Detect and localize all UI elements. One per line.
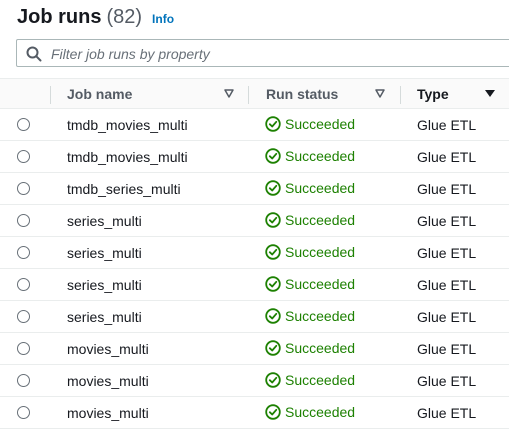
- type-cell: Glue ETL: [417, 277, 477, 293]
- page-title: Job runs: [17, 6, 102, 28]
- type-cell: Glue ETL: [417, 213, 477, 229]
- sort-caret-down-icon[interactable]: [485, 89, 495, 98]
- column-separator: [400, 86, 401, 104]
- job-name-cell: series_multi: [67, 309, 142, 325]
- job-name-cell: tmdb_series_multi: [67, 181, 181, 197]
- table-row[interactable]: series_multi Succeeded Glue ETL: [0, 301, 509, 333]
- row-select-radio[interactable]: [17, 246, 30, 259]
- run-status-text: Succeeded: [285, 308, 356, 324]
- column-separator: [50, 86, 51, 104]
- info-link[interactable]: Info: [152, 12, 174, 26]
- success-check-circle-icon: [265, 180, 281, 196]
- type-cell: Glue ETL: [417, 149, 477, 165]
- filter-search-box[interactable]: [16, 39, 509, 67]
- table-row[interactable]: tmdb_movies_multi Succeeded Glue ETL: [0, 141, 509, 173]
- sort-caret-icon[interactable]: [224, 89, 234, 98]
- table-row[interactable]: tmdb_movies_multi Succeeded Glue ETL: [0, 109, 509, 141]
- run-status-cell: Succeeded: [265, 180, 355, 196]
- row-select-radio[interactable]: [17, 278, 30, 291]
- success-check-circle-icon: [265, 276, 281, 292]
- table-row[interactable]: movies_multi Succeeded Glue ETL: [0, 397, 509, 429]
- job-name-cell: series_multi: [67, 213, 142, 229]
- row-select-radio[interactable]: [17, 310, 30, 323]
- type-cell: Glue ETL: [417, 181, 477, 197]
- column-header-run-status[interactable]: Run status: [266, 86, 338, 102]
- run-status-text: Succeeded: [285, 148, 356, 164]
- type-cell: Glue ETL: [417, 309, 477, 325]
- success-check-circle-icon: [265, 244, 281, 260]
- type-cell: Glue ETL: [417, 245, 477, 261]
- success-check-circle-icon: [265, 308, 281, 324]
- run-status-text: Succeeded: [285, 340, 356, 356]
- run-status-cell: Succeeded: [265, 116, 355, 132]
- table-row[interactable]: tmdb_series_multi Succeeded Glue ETL: [0, 173, 509, 205]
- row-select-radio[interactable]: [17, 406, 30, 419]
- job-name-cell: movies_multi: [67, 405, 149, 421]
- job-runs-count: (82): [106, 6, 143, 28]
- column-header-job-name[interactable]: Job name: [67, 86, 132, 102]
- row-select-radio[interactable]: [17, 374, 30, 387]
- table-row[interactable]: series_multi Succeeded Glue ETL: [0, 237, 509, 269]
- table-row[interactable]: series_multi Succeeded Glue ETL: [0, 269, 509, 301]
- table-row[interactable]: movies_multi Succeeded Glue ETL: [0, 333, 509, 365]
- run-status-text: Succeeded: [285, 276, 356, 292]
- run-status-cell: Succeeded: [265, 244, 355, 260]
- job-name-cell: movies_multi: [67, 373, 149, 389]
- column-header-type[interactable]: Type: [417, 86, 449, 102]
- row-select-radio[interactable]: [17, 118, 30, 131]
- success-check-circle-icon: [265, 212, 281, 228]
- run-status-cell: Succeeded: [265, 404, 355, 420]
- job-name-cell: series_multi: [67, 245, 142, 261]
- row-select-radio[interactable]: [17, 214, 30, 227]
- run-status-text: Succeeded: [285, 244, 356, 260]
- success-check-circle-icon: [265, 340, 281, 356]
- page-header: Job runs (82) Info: [17, 6, 174, 34]
- success-check-circle-icon: [265, 372, 281, 388]
- run-status-text: Succeeded: [285, 372, 356, 388]
- run-status-text: Succeeded: [285, 212, 356, 228]
- filter-input[interactable]: [49, 44, 493, 64]
- run-status-cell: Succeeded: [265, 308, 355, 324]
- table-row[interactable]: series_multi Succeeded Glue ETL: [0, 205, 509, 237]
- success-check-circle-icon: [265, 404, 281, 420]
- search-icon: [26, 46, 42, 62]
- run-status-cell: Succeeded: [265, 276, 355, 292]
- run-status-text: Succeeded: [285, 180, 356, 196]
- run-status-text: Succeeded: [285, 404, 356, 420]
- job-name-cell: series_multi: [67, 277, 142, 293]
- row-select-radio[interactable]: [17, 342, 30, 355]
- run-status-cell: Succeeded: [265, 212, 355, 228]
- sort-caret-icon[interactable]: [375, 89, 385, 98]
- run-status-cell: Succeeded: [265, 372, 355, 388]
- job-name-cell: movies_multi: [67, 341, 149, 357]
- row-select-radio[interactable]: [17, 150, 30, 163]
- type-cell: Glue ETL: [417, 341, 477, 357]
- type-cell: Glue ETL: [417, 373, 477, 389]
- job-name-cell: tmdb_movies_multi: [67, 117, 188, 133]
- run-status-cell: Succeeded: [265, 148, 355, 164]
- type-cell: Glue ETL: [417, 117, 477, 133]
- table-header: Job name Run status Type: [0, 78, 509, 109]
- type-cell: Glue ETL: [417, 405, 477, 421]
- success-check-circle-icon: [265, 148, 281, 164]
- column-separator: [248, 86, 249, 104]
- run-status-text: Succeeded: [285, 116, 356, 132]
- success-check-circle-icon: [265, 116, 281, 132]
- run-status-cell: Succeeded: [265, 340, 355, 356]
- row-select-radio[interactable]: [17, 182, 30, 195]
- job-name-cell: tmdb_movies_multi: [67, 149, 188, 165]
- table-row[interactable]: movies_multi Succeeded Glue ETL: [0, 365, 509, 397]
- table-body: tmdb_movies_multi Succeeded Glue ETL tmd…: [0, 109, 509, 429]
